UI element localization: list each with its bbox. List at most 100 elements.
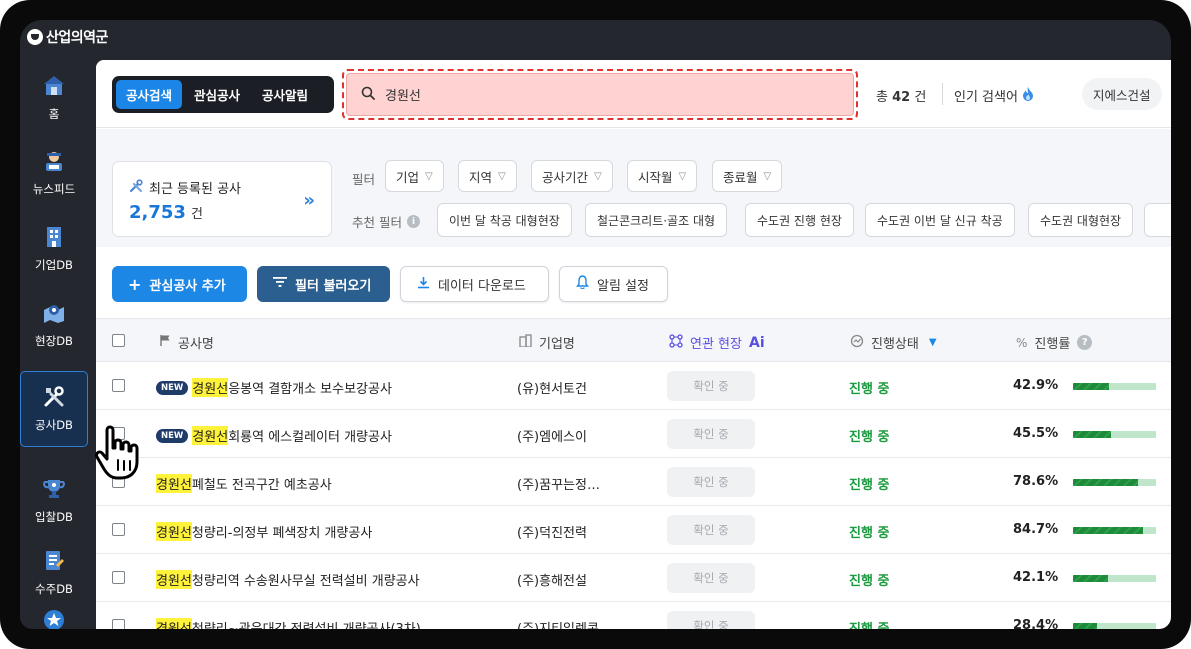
- new-badge: NEW: [156, 380, 189, 395]
- data-download-button[interactable]: 데이터 다운로드: [400, 266, 549, 302]
- sort-down-icon[interactable]: ▼: [929, 337, 937, 348]
- divider: [942, 83, 943, 105]
- row-checkbox[interactable]: [112, 619, 125, 629]
- row-checkbox[interactable]: [112, 379, 125, 392]
- sidebar-item-site-db[interactable]: 현장DB: [20, 287, 88, 363]
- status-text: 진행 중: [849, 574, 890, 589]
- table-row[interactable]: 경원선 청량리역 수송원사무실 전력설비 개량공사 (주)흥해전설 확인 중 진행…: [96, 554, 1171, 602]
- chevron-down-icon: ▽: [425, 170, 433, 182]
- device-frame: 산업의역군 홈 뉴스피드 기업DB 현장DB 공사DB 입찰DB 수주DB 공사…: [0, 0, 1191, 649]
- filter-end-month-dropdown[interactable]: 종료월 ▽: [712, 160, 783, 192]
- app-window: 산업의역군 홈 뉴스피드 기업DB 현장DB 공사DB 입찰DB 수주DB 공사…: [20, 20, 1171, 629]
- company-name[interactable]: (주)꿈꾸는정…: [517, 474, 600, 493]
- sidebar-item-home[interactable]: 홈: [20, 60, 88, 136]
- title-bar: 산업의역군: [20, 20, 1171, 54]
- table-row[interactable]: 경원선청량리~광운대간 전력설비 개량공사(3차) (주)지티일렉콘 확인 중 …: [96, 602, 1171, 629]
- progress-bar-fill: [1073, 431, 1111, 438]
- tab-construction-search[interactable]: 공사검색: [116, 80, 183, 109]
- construction-name[interactable]: 경원선 폐철도 전곡구간 예초공사: [156, 474, 332, 493]
- filter-period-dropdown[interactable]: 공사기간 ▽: [531, 160, 613, 192]
- column-status[interactable]: 진행상태 ▼: [850, 333, 937, 352]
- status-text: 진행 중: [849, 478, 890, 493]
- recommend-filter-label: 추천 필터 i: [352, 212, 420, 231]
- recommend-filter-chip-next[interactable]: [1144, 203, 1171, 237]
- column-related-site[interactable]: 연관 현장 Ai: [669, 333, 765, 352]
- search-icon: [361, 85, 375, 104]
- progress-bar-fill: [1073, 575, 1108, 582]
- construction-name[interactable]: 경원선청량리~광운대간 전력설비 개량공사(3차): [156, 618, 421, 629]
- company-name[interactable]: (유)현서토건: [517, 378, 587, 397]
- company-name[interactable]: (주)엠에스이: [517, 426, 587, 445]
- column-company[interactable]: 기업명: [519, 333, 575, 352]
- brand-logo[interactable]: 산업의역군: [27, 27, 108, 47]
- add-interest-button[interactable]: + 관심공사 추가: [112, 266, 247, 302]
- plus-icon: +: [128, 274, 142, 294]
- select-all-checkbox[interactable]: [112, 334, 125, 347]
- row-checkbox[interactable]: [112, 427, 125, 440]
- recommend-filter-chip[interactable]: 수도권 진행 현장: [745, 203, 854, 237]
- tools-icon: [43, 385, 65, 408]
- recommend-filter-chip[interactable]: 이번 달 착공 대형현장: [437, 203, 572, 237]
- table-row[interactable]: NEW 경원선 응봉역 결함개소 보수보강공사 (유)현서토건 확인 중 진행 중 …: [96, 362, 1171, 410]
- row-checkbox[interactable]: [112, 475, 125, 488]
- column-progress-rate[interactable]: % 진행률 ?: [1016, 333, 1093, 352]
- progress-circle-icon: [850, 334, 864, 352]
- sidebar-item-more[interactable]: [20, 600, 88, 629]
- construction-name[interactable]: NEW 경원선 응봉역 결함개소 보수보강공사: [156, 378, 392, 397]
- recommend-filter-chip[interactable]: 수도권 이번 달 신규 착공: [865, 203, 1015, 237]
- popular-keyword-chip[interactable]: 지에스건설: [1082, 78, 1162, 110]
- main-panel: 공사검색 관심공사 공사알림 총 42 건: [96, 60, 1171, 629]
- info-icon[interactable]: i: [406, 215, 420, 228]
- progress-rate-text: 42.9%: [1013, 378, 1059, 393]
- filter-start-month-dropdown[interactable]: 시작월 ▽: [627, 160, 698, 192]
- construction-name[interactable]: NEW 경원선 회룡역 에스컬레이터 개량공사: [156, 426, 392, 445]
- recommend-filter-chip[interactable]: 수도권 대형현장: [1028, 203, 1134, 237]
- search-input[interactable]: [385, 87, 785, 102]
- total-count: 총 42 건: [876, 90, 927, 105]
- table-row[interactable]: NEW 경원선 회룡역 에스컬레이터 개량공사 (주)엠에스이 확인 중 진행 중 …: [96, 410, 1171, 458]
- construction-name[interactable]: 경원선 청량리역 수송원사무실 전력설비 개량공사: [156, 570, 420, 589]
- row-checkbox[interactable]: [112, 523, 125, 536]
- construction-name[interactable]: 경원선 청량리-의정부 폐색장치 개량공사: [156, 522, 372, 541]
- fire-icon: [1022, 86, 1034, 105]
- row-checkbox[interactable]: [112, 571, 125, 584]
- filter-region-dropdown[interactable]: 지역 ▽: [458, 160, 517, 192]
- tools-small-icon: [129, 178, 143, 197]
- building-icon: [43, 226, 65, 248]
- column-name[interactable]: 공사명: [160, 333, 214, 352]
- recent-construction-card[interactable]: 최근 등록된 공사 2,753 건 »: [112, 161, 332, 237]
- search-highlight: 경원선: [156, 618, 192, 629]
- company-name[interactable]: (주)지티일렉콘: [517, 618, 599, 629]
- progress-rate-text: 42.1%: [1013, 570, 1059, 585]
- search-highlight: 경원선: [156, 474, 192, 493]
- table-row[interactable]: 경원선 청량리-의정부 폐색장치 개량공사 (주)덕진전력 확인 중 진행 중 8…: [96, 506, 1171, 554]
- tab-interest-construction[interactable]: 관심공사: [184, 80, 250, 109]
- progress-bar: [1073, 383, 1156, 390]
- load-filter-button[interactable]: 필터 불러오기: [257, 266, 390, 302]
- search-highlight-box: [342, 69, 858, 120]
- progress-bar: [1073, 479, 1156, 486]
- sidebar-item-bid-db[interactable]: 입찰DB: [20, 463, 88, 539]
- alert-settings-button[interactable]: 알림 설정: [559, 266, 668, 302]
- trophy-icon: [43, 478, 65, 500]
- progress-bar-fill: [1073, 479, 1139, 486]
- sidebar-item-construction-db[interactable]: 공사DB: [20, 371, 88, 447]
- new-badge: NEW: [156, 428, 189, 443]
- progress-bar: [1073, 431, 1156, 438]
- filter-company-dropdown[interactable]: 기업 ▽: [385, 160, 444, 192]
- company-name[interactable]: (주)흥해전설: [517, 570, 587, 589]
- tab-construction-alert[interactable]: 공사알림: [252, 80, 318, 109]
- double-chevron-right-icon[interactable]: »: [303, 190, 315, 211]
- sidebar-item-company-db[interactable]: 기업DB: [20, 211, 88, 287]
- sidebar-item-newsfeed[interactable]: 뉴스피드: [20, 135, 88, 211]
- chevron-down-icon: ▽: [678, 170, 687, 182]
- progress-bar-fill: [1073, 527, 1144, 534]
- status-text: 진행 중: [849, 618, 889, 629]
- related-site-pending: 확인 중: [667, 371, 755, 401]
- help-icon[interactable]: ?: [1077, 335, 1093, 350]
- table-row[interactable]: 경원선 폐철도 전곡구간 예초공사 (주)꿈꾸는정… 확인 중 진행 중 78.6…: [96, 458, 1171, 506]
- table-body: NEW 경원선 응봉역 결함개소 보수보강공사 (유)현서토건 확인 중 진행 중 …: [96, 362, 1171, 629]
- recommend-filter-chip[interactable]: 철근콘크리트·골조 대형: [585, 203, 728, 237]
- company-name[interactable]: (주)덕진전력: [517, 522, 587, 541]
- brand-icon: [27, 29, 43, 45]
